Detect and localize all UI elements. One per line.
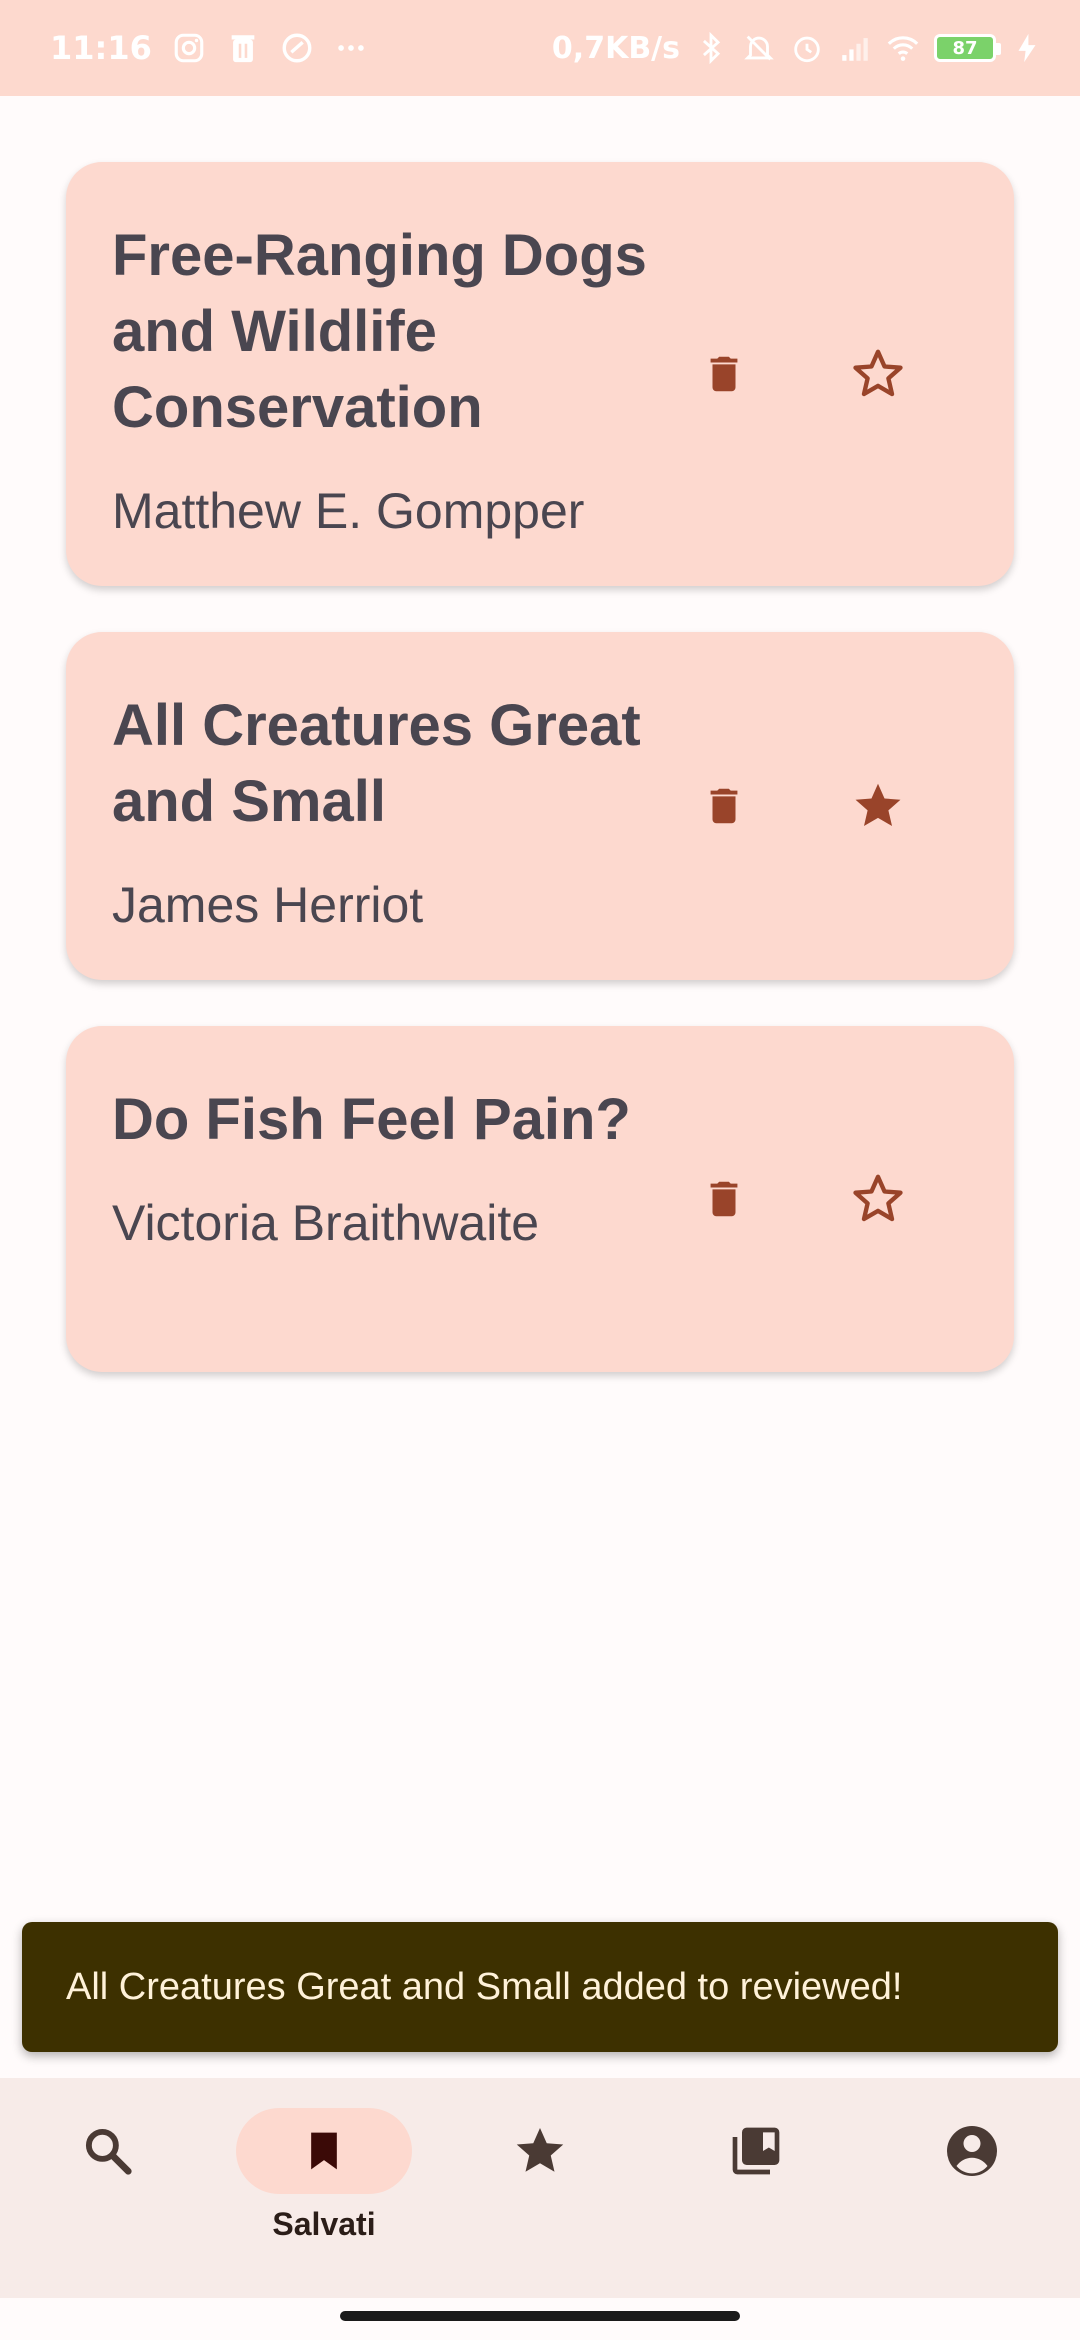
nav-pill bbox=[20, 2108, 196, 2194]
trash-icon bbox=[710, 1181, 738, 1217]
star-button[interactable] bbox=[838, 766, 918, 846]
nav-item-saved[interactable]: Salvati bbox=[224, 2108, 424, 2243]
battery-icon: 87 bbox=[934, 34, 1001, 62]
nav-item-library[interactable] bbox=[656, 2108, 856, 2194]
star-icon bbox=[516, 2128, 564, 2172]
more-dots-icon bbox=[338, 45, 364, 51]
star-outline-icon bbox=[853, 1174, 903, 1222]
wifi-icon bbox=[887, 36, 919, 61]
snackbar-message: All Creatures Great and Small added to r… bbox=[66, 1965, 903, 2008]
trash-notif-icon bbox=[231, 35, 255, 63]
bluetooth-icon bbox=[702, 31, 721, 65]
delete-button[interactable] bbox=[684, 334, 764, 414]
book-title: Do Fish Feel Pain? bbox=[112, 1087, 631, 1152]
signal-icon bbox=[842, 38, 868, 61]
delete-button[interactable] bbox=[684, 1159, 764, 1239]
status-time: 11:16 bbox=[50, 29, 152, 67]
book-title: Free-Ranging Dogs and Wildlife Conservat… bbox=[112, 223, 647, 440]
charging-icon bbox=[1018, 33, 1036, 63]
library-icon bbox=[732, 2127, 780, 2175]
home-indicator[interactable] bbox=[340, 2311, 740, 2321]
instagram-icon bbox=[174, 33, 204, 63]
bell-off-icon bbox=[744, 35, 774, 61]
star-filled-icon bbox=[855, 783, 901, 827]
status-right: 0,7KB/s 87 bbox=[552, 31, 1044, 66]
trash-icon bbox=[710, 788, 738, 824]
delete-button[interactable] bbox=[684, 766, 764, 846]
snackbar: All Creatures Great and Small added to r… bbox=[22, 1922, 1058, 2052]
nav-pill bbox=[884, 2108, 1060, 2194]
book-card[interactable]: All Creatures Great and Small James Herr… bbox=[66, 632, 1014, 980]
card-actions bbox=[654, 1026, 1014, 1372]
bookmark-icon bbox=[311, 2132, 337, 2170]
trash-icon bbox=[710, 356, 738, 392]
star-button[interactable] bbox=[838, 1159, 918, 1239]
nav-item-search[interactable] bbox=[8, 2108, 208, 2194]
nav-item-starred[interactable] bbox=[440, 2108, 640, 2194]
bottom-navigation: Salvati bbox=[0, 2078, 1080, 2298]
circle-app-icon bbox=[282, 33, 312, 63]
book-card[interactable]: Do Fish Feel Pain? Victoria Braithwaite bbox=[66, 1026, 1014, 1372]
search-icon bbox=[85, 2128, 132, 2175]
account-icon bbox=[947, 2126, 997, 2176]
nav-pill-active bbox=[236, 2108, 412, 2194]
star-outline-icon bbox=[853, 349, 903, 397]
book-card[interactable]: Free-Ranging Dogs and Wildlife Conservat… bbox=[66, 162, 1014, 586]
nav-label-saved: Salvati bbox=[272, 2206, 376, 2242]
star-button[interactable] bbox=[838, 334, 918, 414]
status-left: 11:16 bbox=[50, 29, 368, 67]
battery-level: 87 bbox=[952, 37, 978, 59]
card-actions bbox=[654, 632, 1014, 980]
saved-books-list: Free-Ranging Dogs and Wildlife Conservat… bbox=[66, 162, 1014, 1418]
nav-pill bbox=[452, 2108, 628, 2194]
card-actions bbox=[654, 162, 1014, 586]
status-bar: 11:16 0,7KB/s 87 bbox=[0, 0, 1080, 96]
alarm-icon bbox=[794, 36, 820, 63]
network-speed: 0,7KB/s bbox=[551, 30, 680, 66]
book-title: All Creatures Great and Small bbox=[112, 693, 641, 834]
nav-item-account[interactable] bbox=[872, 2108, 1072, 2194]
nav-pill bbox=[668, 2108, 844, 2194]
